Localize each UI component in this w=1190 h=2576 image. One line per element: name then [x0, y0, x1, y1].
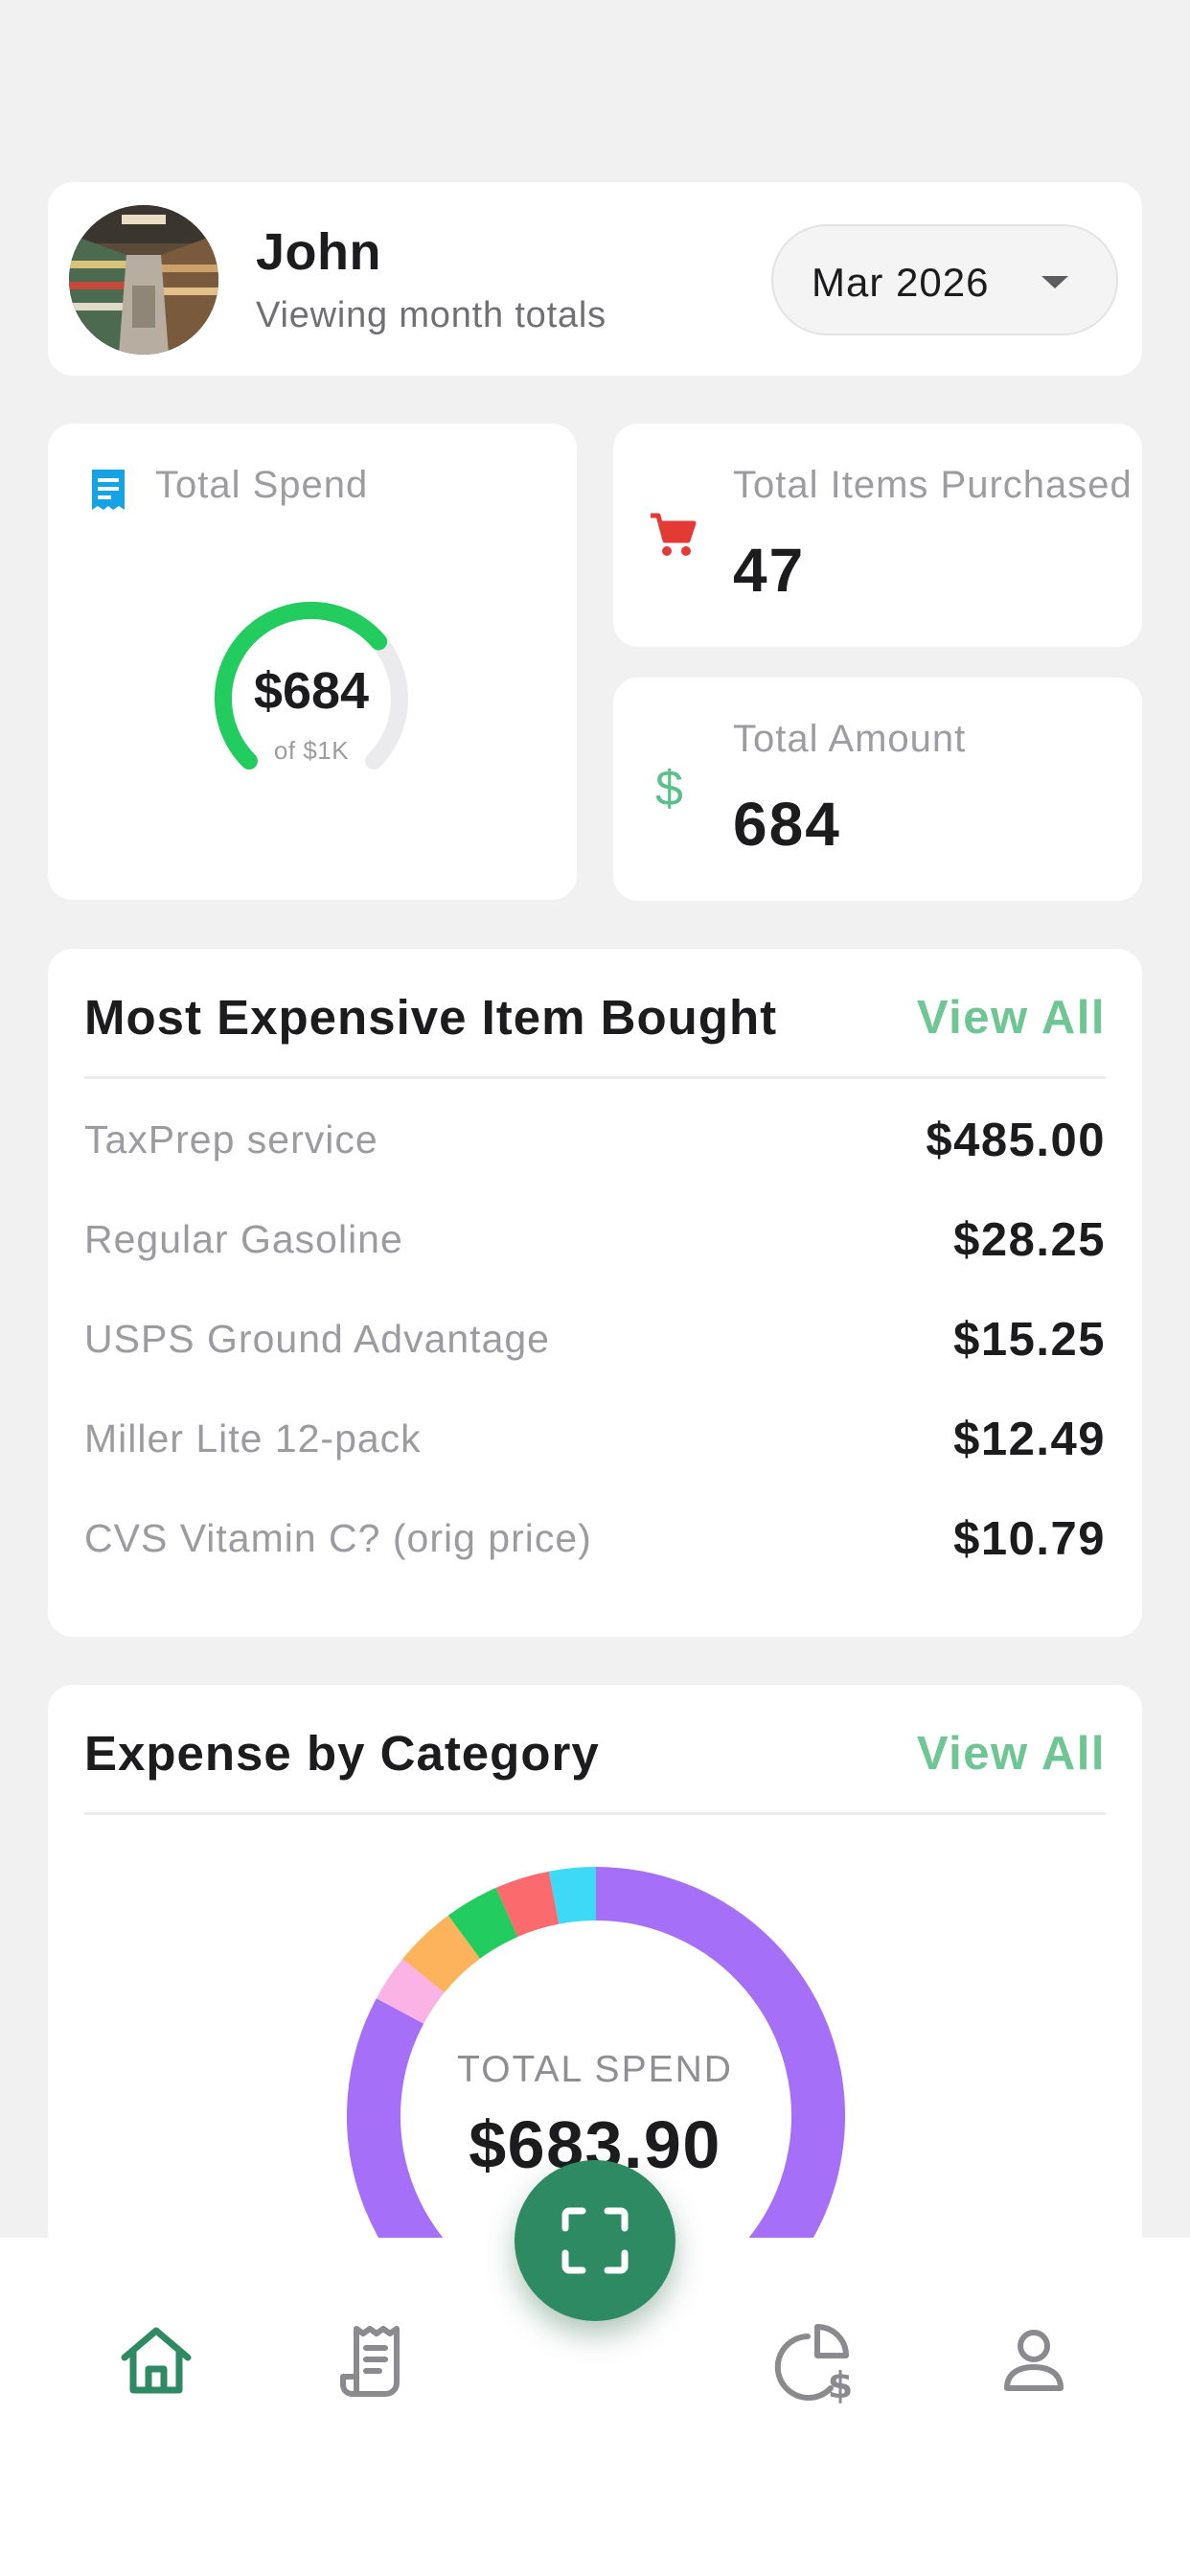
list-item[interactable]: Regular Gasoline $28.25 [84, 1209, 1106, 1309]
item-price: $12.49 [953, 1414, 1106, 1465]
item-price: $15.25 [953, 1314, 1106, 1366]
list-item[interactable]: CVS Vitamin C? (orig price) $10.79 [84, 1508, 1106, 1608]
donut-caption: TOTAL SPEND [457, 2049, 733, 2090]
most-expensive-title: Most Expensive Item Bought [84, 990, 778, 1045]
chevron-down-icon [1041, 276, 1068, 288]
scan-frame-icon [561, 2207, 629, 2274]
chart-dollar-icon: $ [774, 2324, 853, 2404]
donut-slice-5[interactable] [495, 1871, 560, 1938]
item-name: TaxPrep service [84, 1117, 378, 1162]
item-price: $485.00 [926, 1115, 1106, 1166]
month-selector[interactable]: Mar 2026 [771, 224, 1118, 335]
donut-slice-4[interactable] [447, 1887, 518, 1960]
cart-icon [651, 513, 697, 556]
donut-slice-2[interactable] [376, 1959, 446, 2025]
total-spend-card[interactable]: Total Spend $684 of $1K [48, 424, 577, 900]
list-item[interactable]: USPS Ground Advantage $15.25 [84, 1309, 1106, 1409]
item-price: $10.79 [953, 1513, 1106, 1565]
user-icon [1004, 2330, 1064, 2391]
month-selector-label: Mar 2026 [812, 260, 990, 305]
app-screen: John Viewing month totals Mar 2026 Total… [0, 0, 1190, 2576]
most-expensive-view-all-link[interactable]: View All [917, 991, 1106, 1045]
total-items-label: Total Items Purchased [733, 464, 1133, 506]
home-icon [121, 2327, 192, 2394]
divider [84, 1076, 1106, 1079]
donut-slice-3[interactable] [402, 1915, 481, 1993]
item-price: $28.25 [953, 1214, 1106, 1266]
list-item[interactable]: Miller Lite 12-pack $12.49 [84, 1409, 1106, 1508]
item-name: Regular Gasoline [84, 1217, 403, 1261]
dollar-icon: $ [655, 761, 683, 816]
total-amount-card[interactable]: $ Total Amount 684 [613, 678, 1142, 901]
avatar[interactable] [69, 205, 218, 355]
total-items-card[interactable]: Total Items Purchased 47 [613, 424, 1142, 647]
nav-profile-tab[interactable] [991, 2317, 1077, 2404]
item-name: CVS Vitamin C? (orig price) [84, 1516, 592, 1560]
avatar-photo [69, 205, 218, 355]
most-expensive-card: Most Expensive Item Bought View All TaxP… [48, 949, 1142, 1637]
item-name: Miller Lite 12-pack [84, 1416, 422, 1460]
nav-receipts-tab[interactable] [332, 2317, 418, 2404]
list-item[interactable]: TaxPrep service $485.00 [84, 1110, 1106, 1209]
expense-category-title: Expense by Category [84, 1726, 600, 1781]
spend-limit: of $1K [273, 736, 350, 765]
nav-home-tab[interactable] [113, 2317, 199, 2404]
profile-header-card: John Viewing month totals Mar 2026 [48, 182, 1142, 376]
item-name: USPS Ground Advantage [84, 1317, 550, 1361]
scan-button[interactable] [515, 2160, 675, 2321]
total-amount-value: 684 [733, 790, 841, 859]
donut-slice-6[interactable] [548, 1867, 597, 1924]
user-name: John [256, 223, 381, 281]
total-amount-label: Total Amount [733, 718, 967, 760]
expense-category-view-all-link[interactable]: View All [917, 1727, 1106, 1781]
total-spend-title: Total Spend [155, 464, 369, 506]
total-items-value: 47 [733, 536, 806, 605]
svg-text:$: $ [828, 2364, 853, 2404]
user-subtitle: Viewing month totals [256, 295, 606, 335]
divider [84, 1812, 1106, 1815]
receipt-icon [340, 2326, 400, 2397]
nav-analytics-tab[interactable]: $ [771, 2317, 858, 2404]
receipt-icon [92, 470, 125, 510]
expensive-item-list: TaxPrep service $485.00 Regular Gasoline… [84, 1110, 1106, 1608]
spend-amount: $684 [253, 662, 370, 720]
